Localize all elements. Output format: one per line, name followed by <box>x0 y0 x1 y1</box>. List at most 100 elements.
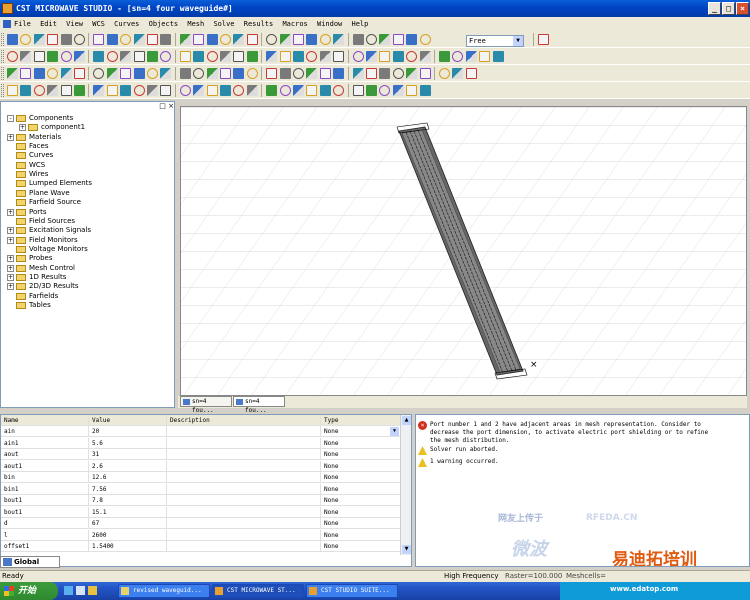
toolbar-icon[interactable] <box>306 51 318 62</box>
param-description[interactable] <box>167 449 321 460</box>
toolbar-icon[interactable] <box>106 51 118 62</box>
param-description[interactable] <box>167 529 321 541</box>
toolbar-icon[interactable] <box>147 85 158 96</box>
mesh-mode-select[interactable]: Free ▼ <box>466 35 524 47</box>
toolbar-icon[interactable] <box>179 34 191 45</box>
column-header[interactable]: Type <box>321 415 401 426</box>
tree-close-icon[interactable]: □ × <box>150 102 174 110</box>
param-description[interactable] <box>167 495 321 506</box>
toolbar-icon[interactable] <box>20 85 32 96</box>
scroll-down-icon[interactable]: ▼ <box>402 545 411 554</box>
start-button[interactable]: 开始 <box>0 582 58 600</box>
toolbar-icon[interactable] <box>74 85 85 96</box>
tree-item[interactable]: +1D Results <box>7 273 169 282</box>
tree-item[interactable]: Farfield Source <box>7 198 169 207</box>
toolbar-icon[interactable] <box>439 51 450 62</box>
param-value[interactable]: 5.6 <box>89 437 167 449</box>
toolbar-icon[interactable] <box>47 51 59 62</box>
toolbar-icon[interactable] <box>279 68 291 79</box>
toolbar-icon[interactable] <box>47 85 59 96</box>
toolbar-icon[interactable] <box>392 68 404 79</box>
type-dropdown-icon[interactable]: ▼ <box>390 427 399 436</box>
tree-item[interactable]: Lumped Elements <box>7 179 169 188</box>
toolbar-icon[interactable] <box>74 34 85 45</box>
tab-global[interactable]: Global <box>0 556 60 568</box>
expand-icon[interactable]: + <box>7 255 14 263</box>
toolbar-icon[interactable] <box>7 51 18 62</box>
param-value[interactable]: 20 <box>89 426 167 437</box>
toolbar-icon[interactable] <box>147 68 158 79</box>
toolbar-icon[interactable] <box>319 51 331 62</box>
toolbar-icon[interactable] <box>33 51 45 62</box>
toolbar-icon[interactable] <box>206 85 218 96</box>
toolbar-icon[interactable] <box>33 34 45 45</box>
toolbar-icon[interactable] <box>106 85 118 96</box>
toolbar-icon[interactable] <box>60 68 72 79</box>
tree-item[interactable]: + Probes <box>7 254 169 263</box>
toolbar-icon[interactable] <box>133 85 145 96</box>
toolbar-icon[interactable] <box>220 85 231 96</box>
table-row[interactable]: bin1 7.56 None <box>1 483 411 495</box>
toolbar-grip[interactable] <box>1 84 4 97</box>
toolbar-icon[interactable] <box>266 51 278 62</box>
param-description[interactable] <box>167 506 321 518</box>
param-description[interactable] <box>167 518 321 529</box>
toolbar-icon[interactable] <box>333 34 345 45</box>
toolbar-icon[interactable] <box>74 68 85 79</box>
param-description[interactable] <box>167 541 321 552</box>
toolbar-icon[interactable] <box>220 34 231 45</box>
tree-item[interactable]: WCS <box>7 161 169 170</box>
toolbar-icon[interactable] <box>193 85 205 96</box>
toolbar-icon[interactable] <box>306 34 318 45</box>
table-row[interactable]: bin 12.6 None <box>1 472 411 483</box>
toolbar-icon[interactable] <box>319 85 331 96</box>
toolbar-icon[interactable] <box>106 68 118 79</box>
table-row[interactable]: bout1 15.1 None <box>1 506 411 518</box>
toolbar-icon[interactable] <box>306 68 318 79</box>
toolbar-icon[interactable] <box>366 68 377 79</box>
expand-icon[interactable]: + <box>7 236 14 244</box>
tree-item[interactable]: + Ports <box>7 208 169 217</box>
toolbar-icon[interactable] <box>160 51 172 62</box>
menu-wcs[interactable]: WCS <box>92 17 105 31</box>
toolbar-icon[interactable] <box>147 34 158 45</box>
tree-item[interactable]: Faces <box>7 142 169 151</box>
param-value[interactable]: 67 <box>89 518 167 529</box>
toolbar-icon[interactable] <box>279 51 291 62</box>
tree-item[interactable]: Curves <box>7 151 169 160</box>
toolbar-icon[interactable] <box>319 68 331 79</box>
table-row[interactable]: ain1 5.6 None <box>1 437 411 449</box>
toolbar-icon[interactable] <box>120 68 132 79</box>
param-value[interactable]: 1.5400 <box>89 541 167 552</box>
param-description[interactable] <box>167 472 321 483</box>
toolbar-icon[interactable] <box>93 85 105 96</box>
toolbar-icon[interactable] <box>333 85 345 96</box>
menu-help[interactable]: Help <box>352 17 369 31</box>
toolbar-icon[interactable] <box>179 85 191 96</box>
param-description[interactable] <box>167 426 321 437</box>
toolbar-icon[interactable] <box>366 34 377 45</box>
toolbar-icon[interactable] <box>246 68 258 79</box>
table-row[interactable]: d 67 None <box>1 518 411 529</box>
toolbar-icon[interactable] <box>20 34 32 45</box>
toolbar-icon[interactable] <box>293 85 304 96</box>
task-cst-microwave[interactable]: CST MICROWAVE ST... <box>212 584 304 598</box>
menu-window[interactable]: Window <box>317 17 342 31</box>
toolbar-icon[interactable] <box>179 51 191 62</box>
menu-view[interactable]: View <box>66 17 83 31</box>
param-value[interactable]: 2600 <box>89 529 167 541</box>
tree-item[interactable]: Wires <box>7 170 169 179</box>
toolbar-icon[interactable] <box>279 85 291 96</box>
chevron-down-icon[interactable]: ▼ <box>513 36 523 46</box>
param-description[interactable] <box>167 483 321 495</box>
tree-item[interactable]: Voltage Monitors <box>7 245 169 254</box>
toolbar-icon[interactable] <box>47 68 59 79</box>
collapse-icon[interactable]: - <box>7 115 14 122</box>
toolbar-icon[interactable] <box>266 85 278 96</box>
toolbar-icon[interactable] <box>220 51 231 62</box>
toolbar-icon[interactable] <box>246 34 258 45</box>
toolbar-icon[interactable] <box>279 34 291 45</box>
toolbar-icon[interactable] <box>293 34 304 45</box>
table-row[interactable]: offset1 1.5400 None <box>1 541 411 552</box>
params-scrollbar[interactable]: ▲ ▼ <box>400 415 411 555</box>
